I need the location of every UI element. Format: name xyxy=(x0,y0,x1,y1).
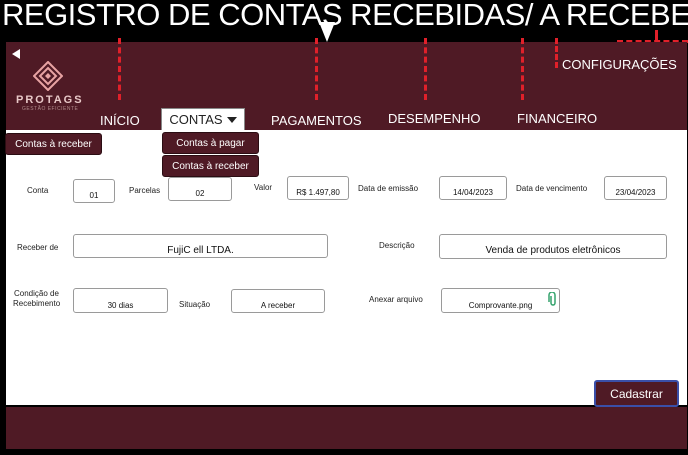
vencimento-field[interactable]: 23/04/2023 xyxy=(604,176,667,200)
form-panel xyxy=(6,130,687,405)
caret-down-icon xyxy=(226,112,237,127)
nav-inicio[interactable]: INÍCIO xyxy=(100,113,140,128)
situacao-label: Situação xyxy=(179,300,211,309)
parcelas-field[interactable]: 02 xyxy=(168,177,232,201)
dash-decoration xyxy=(118,38,121,100)
side-tab-contas-receber[interactable]: Contas à receber xyxy=(5,133,102,155)
dash-decoration xyxy=(521,38,524,100)
valor-field[interactable]: R$ 1.497,80 xyxy=(287,176,349,200)
nav-financeiro[interactable]: FINANCEIRO xyxy=(517,111,597,126)
receber-de-field[interactable]: FujiC ell LTDA. xyxy=(73,234,328,258)
nav-pagamentos[interactable]: PAGAMENTOS xyxy=(271,113,362,128)
condicao-field[interactable]: 30 dias xyxy=(73,288,168,313)
menu-item-contas-receber[interactable]: Contas à receber xyxy=(162,155,259,177)
dash-decoration xyxy=(655,30,658,42)
conta-label: Conta xyxy=(27,186,49,195)
condicao-label-line1: Condição de xyxy=(14,289,59,298)
situacao-field[interactable]: A receber xyxy=(231,289,325,313)
condicao-label-line2: Recebimento xyxy=(13,299,61,308)
anexar-label: Anexar arquivo xyxy=(369,295,423,304)
settings-link[interactable]: CONFIGURAÇÕES xyxy=(562,57,677,72)
back-arrow-icon[interactable] xyxy=(10,47,22,65)
nav-desempenho[interactable]: DESEMPENHO xyxy=(388,111,480,126)
cadastrar-button[interactable]: Cadastrar xyxy=(594,380,679,407)
receber-de-label: Receber de xyxy=(17,243,59,252)
emissao-field[interactable]: 14/04/2023 xyxy=(439,176,507,200)
dash-decoration xyxy=(315,38,318,100)
parcelas-label: Parcelas xyxy=(129,186,161,195)
dash-decoration xyxy=(555,38,558,68)
descricao-field[interactable]: Venda de produtos eletrônicos xyxy=(439,234,667,259)
app-footer xyxy=(6,407,687,449)
menu-item-contas-pagar[interactable]: Contas à pagar xyxy=(162,132,259,154)
valor-label: Valor xyxy=(254,183,273,192)
vencimento-label: Data de vencimento xyxy=(516,184,588,193)
paperclip-icon[interactable] xyxy=(548,291,558,311)
page-title: REGISTRO DE CONTAS RECEBIDAS/ A RECEBER xyxy=(2,0,688,32)
conta-field[interactable]: 01 xyxy=(73,179,115,203)
diamond-logo-icon xyxy=(32,60,64,96)
dash-decoration xyxy=(424,38,427,100)
nav-contas-label: CONTAS xyxy=(169,112,223,127)
anexar-field[interactable]: Comprovante.png xyxy=(441,288,560,313)
nav-contas-dropdown[interactable]: CONTAS xyxy=(161,108,245,131)
anexar-filename: Comprovante.png xyxy=(468,301,533,310)
descricao-label: Descrição xyxy=(379,241,415,250)
emissao-label: Data de emissão xyxy=(358,184,419,193)
logo-name: PROTAGS xyxy=(16,94,84,106)
logo-tagline: GESTÃO EFICIENTE xyxy=(22,106,79,112)
